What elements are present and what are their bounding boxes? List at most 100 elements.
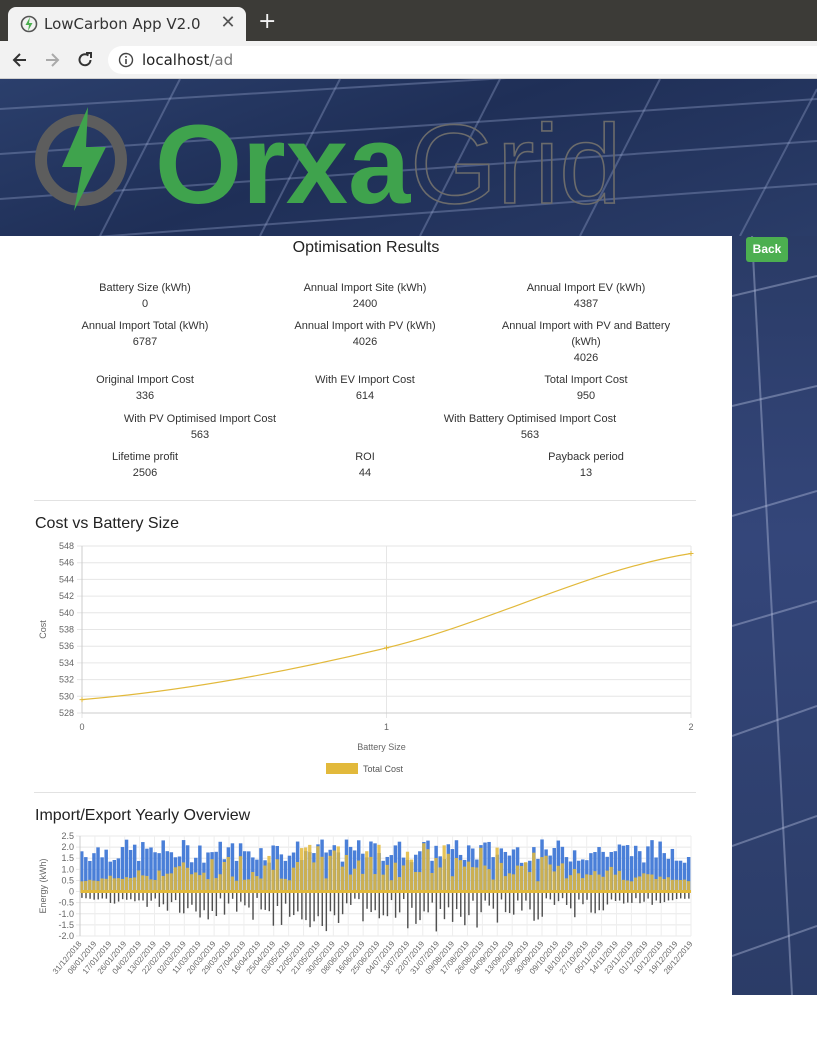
export-bar [366, 891, 368, 909]
pv-bar [646, 874, 650, 892]
cost-chart-title: Cost vs Battery Size [35, 515, 180, 532]
export-bar [207, 891, 209, 920]
stat-value: 336 [135, 390, 155, 402]
export-bar [187, 891, 189, 909]
stat-original-import-cost: Original Import Cost 336 [45, 372, 245, 404]
info-icon[interactable] [118, 52, 134, 68]
pv-bar [369, 856, 373, 892]
export-bar [492, 891, 495, 909]
browser-tab-bar: LowCarbon App V2.0 ✕ + [0, 0, 817, 41]
export-bar [309, 891, 311, 928]
pv-bar [670, 879, 674, 892]
pv-bar [132, 877, 137, 892]
pv-bar [515, 865, 520, 892]
pv-bar [287, 880, 292, 892]
y-tick-label: 542 [59, 591, 74, 601]
pv-bar [279, 878, 283, 892]
export-bar [643, 891, 645, 902]
y-tick-label: -2.0 [58, 931, 74, 941]
pv-bar [483, 865, 487, 892]
y-tick-label: -0.5 [58, 898, 74, 908]
export-bar [606, 891, 609, 905]
stat-label: With Battery Optimised Import Cost [443, 413, 617, 425]
pv-bar [104, 878, 108, 892]
y-tick-label: -1.0 [58, 909, 74, 919]
export-bar [631, 891, 633, 903]
export-bar [447, 891, 450, 908]
export-bar [521, 891, 523, 911]
new-tab-button[interactable]: + [258, 10, 276, 34]
pv-bar [348, 874, 353, 892]
stat-value: 563 [190, 429, 210, 441]
pv-bar [332, 850, 336, 892]
export-bar [268, 891, 271, 912]
pv-bar [299, 848, 304, 892]
forward-arrow-icon[interactable] [42, 50, 62, 70]
pv-bar [316, 846, 320, 892]
pv-bar [153, 879, 157, 892]
y-tick-label: 548 [59, 541, 74, 551]
y-tick-label: 2.5 [61, 832, 74, 841]
pv-bar [198, 875, 202, 892]
back-arrow-icon[interactable] [10, 50, 30, 70]
pv-bar [381, 874, 385, 892]
export-bar [276, 891, 279, 907]
stat-value: 2506 [132, 467, 158, 479]
pv-bar [499, 862, 503, 892]
cost-vs-battery-chart: 528 530 532 534 536 538 540 542 544 546 548 0 1 2 Batt… [38, 541, 694, 774]
pv-bar [629, 881, 634, 892]
export-bar [398, 891, 401, 913]
stat-label: Annual Import Total (kWh) [81, 320, 209, 332]
pv-bar [495, 847, 499, 892]
stat-lifetime-profit: Lifetime profit 2506 [45, 449, 245, 481]
export-bar [264, 891, 266, 910]
pv-bar [666, 877, 670, 892]
y-tick-label: 0.5 [61, 875, 74, 885]
pv-bar [658, 876, 662, 892]
back-button[interactable]: Back [746, 237, 788, 262]
pv-bar [491, 879, 495, 892]
export-bar [427, 891, 429, 913]
browser-tab[interactable]: LowCarbon App V2.0 ✕ [8, 7, 246, 41]
export-bar [227, 891, 230, 904]
reload-icon[interactable] [75, 50, 95, 70]
export-bar [627, 891, 629, 903]
tab-close-icon[interactable]: ✕ [218, 13, 238, 33]
pv-bar [161, 875, 165, 892]
stat-battery-optimised-cost: With Battery Optimised Import Cost 563 [420, 411, 640, 443]
pv-bar [475, 867, 479, 892]
pv-bar [361, 873, 365, 892]
pv-bar [210, 859, 214, 892]
pv-bar [397, 877, 401, 892]
results-panel: Optimisation Results Battery Size (kWh) … [0, 236, 732, 1038]
y-tick-label: 2.0 [61, 842, 74, 852]
export-bar [488, 891, 490, 906]
pv-bar [650, 874, 654, 892]
export-bar [280, 891, 283, 925]
pv-bar [230, 876, 234, 892]
export-bar [301, 891, 303, 920]
pv-bar [320, 856, 324, 892]
pv-bar [479, 847, 483, 892]
y-tick-label: 0 [69, 887, 74, 897]
export-bar [464, 891, 466, 926]
pv-bar [556, 865, 560, 892]
pv-bar [536, 881, 540, 892]
pv-bar [340, 866, 344, 892]
export-bar [407, 891, 409, 929]
stat-value: 4387 [573, 298, 599, 310]
pv-bar [263, 865, 267, 892]
export-bar [570, 891, 572, 909]
pv-bar [532, 852, 536, 892]
export-bar [476, 891, 478, 928]
address-bar[interactable]: localhost/ad [108, 46, 817, 74]
stat-label: Annual Import Site (kWh) [303, 282, 427, 294]
import-export-chart: 2.52.01.51.00.50-0.5-1.0-1.5-2.031/12/20… [38, 832, 695, 976]
pv-bar [642, 873, 646, 892]
stat-value: 563 [520, 429, 540, 441]
pv-bar [328, 855, 332, 892]
export-bar [211, 891, 213, 911]
pv-bar [405, 851, 410, 892]
url-text[interactable]: localhost/ad [142, 51, 233, 69]
export-bar [215, 891, 218, 917]
